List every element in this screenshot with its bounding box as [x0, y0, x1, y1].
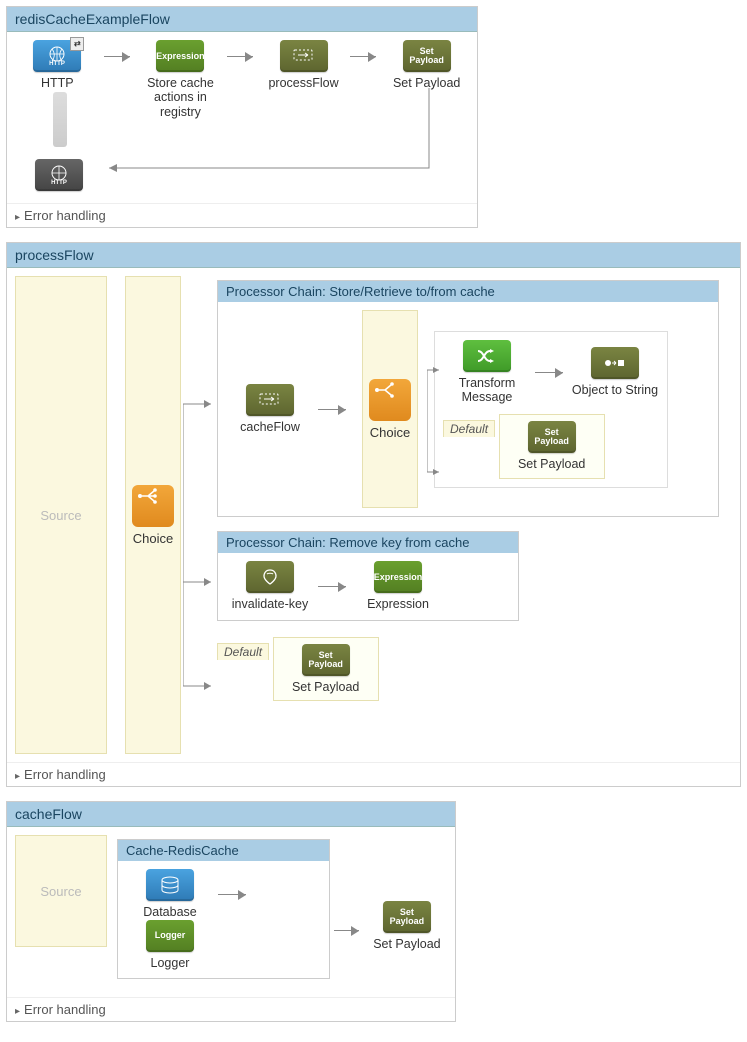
arrow [314, 570, 354, 602]
transform-message-node[interactable]: Transform Message [443, 340, 531, 405]
database-icon [146, 869, 194, 901]
error-handling-toggle[interactable]: Error handling [7, 762, 740, 786]
flow-ref-icon [280, 40, 328, 72]
branch-arrows [183, 276, 217, 736]
flow-cacheFlow: cacheFlow Source Cache-RedisCache Databa… [6, 801, 456, 1022]
set-payload-node[interactable]: Set Payload Set Payload [384, 40, 469, 90]
arrow [531, 356, 571, 388]
logger-icon: Logger [146, 920, 194, 952]
logger-node[interactable]: Logger Logger [126, 920, 214, 970]
arrow [314, 393, 354, 425]
source-placeholder: Source [15, 276, 107, 754]
error-handling-toggle[interactable]: Error handling [7, 997, 455, 1021]
expression-icon: Expression [156, 40, 204, 72]
object-to-string-node[interactable]: Object to String [571, 347, 659, 397]
inner-choice-router[interactable]: Choice [362, 310, 418, 508]
flow-ref-node[interactable]: processFlow [261, 40, 346, 90]
choice-icon [132, 485, 174, 527]
processor-chain-store-retrieve: Processor Chain: Store/Retrieve to/from … [217, 280, 719, 517]
transform-icon [463, 340, 511, 372]
set-payload-icon: Set Payload [403, 40, 451, 72]
arrow [330, 914, 366, 946]
set-payload-icon: Set Payload [383, 901, 431, 933]
expression-icon: Expression [374, 561, 422, 593]
http-response-node[interactable]: HTTP [15, 159, 103, 195]
arrow [223, 40, 261, 72]
set-payload-icon: Set Payload [528, 421, 576, 453]
arrow [346, 40, 384, 72]
arrow [214, 878, 254, 910]
http-icon: HTTP ⇄ [33, 40, 81, 72]
flow-processFlow: processFlow Source Choice [6, 242, 741, 787]
set-payload-node[interactable]: Set Payload Set Payload [282, 644, 370, 694]
flow-title: cacheFlow [7, 802, 455, 827]
expression-node[interactable]: Expression Expression [354, 561, 442, 611]
flow-redisCacheExampleFlow: redisCacheExampleFlow HTTP ⇄ HTTP Expres… [6, 6, 478, 228]
error-handling-toggle[interactable]: Error handling [7, 203, 477, 227]
flow-title: redisCacheExampleFlow [7, 7, 477, 32]
source-placeholder: Source [15, 835, 107, 947]
invalidate-icon [246, 561, 294, 593]
set-payload-node[interactable]: Set Payload Set Payload [367, 901, 447, 951]
set-payload-node[interactable]: Set Payload Set Payload [508, 421, 596, 471]
database-node[interactable]: Database [126, 869, 214, 919]
connector [53, 92, 67, 147]
flow-ref-icon [246, 384, 294, 416]
arrow [100, 40, 138, 72]
svg-text:HTTP: HTTP [51, 180, 67, 186]
cache-scope: Cache-RedisCache Database Logger Logger [117, 839, 330, 979]
svg-text:HTTP: HTTP [49, 61, 65, 67]
set-payload-icon: Set Payload [302, 644, 350, 676]
choice-icon [369, 379, 411, 421]
invalidate-key-node[interactable]: invalidate-key [226, 561, 314, 611]
http-icon: HTTP [35, 159, 83, 191]
expression-node[interactable]: Expression Store cache actions in regist… [138, 40, 223, 119]
flow-title: processFlow [7, 243, 740, 268]
choice-router[interactable]: Choice [125, 276, 181, 754]
http-listener-node[interactable]: HTTP ⇄ HTTP [15, 40, 100, 90]
processor-chain-remove-key: Processor Chain: Remove key from cache i… [217, 531, 519, 620]
object-to-string-icon [591, 347, 639, 379]
flow-ref-node[interactable]: cacheFlow [226, 384, 314, 434]
